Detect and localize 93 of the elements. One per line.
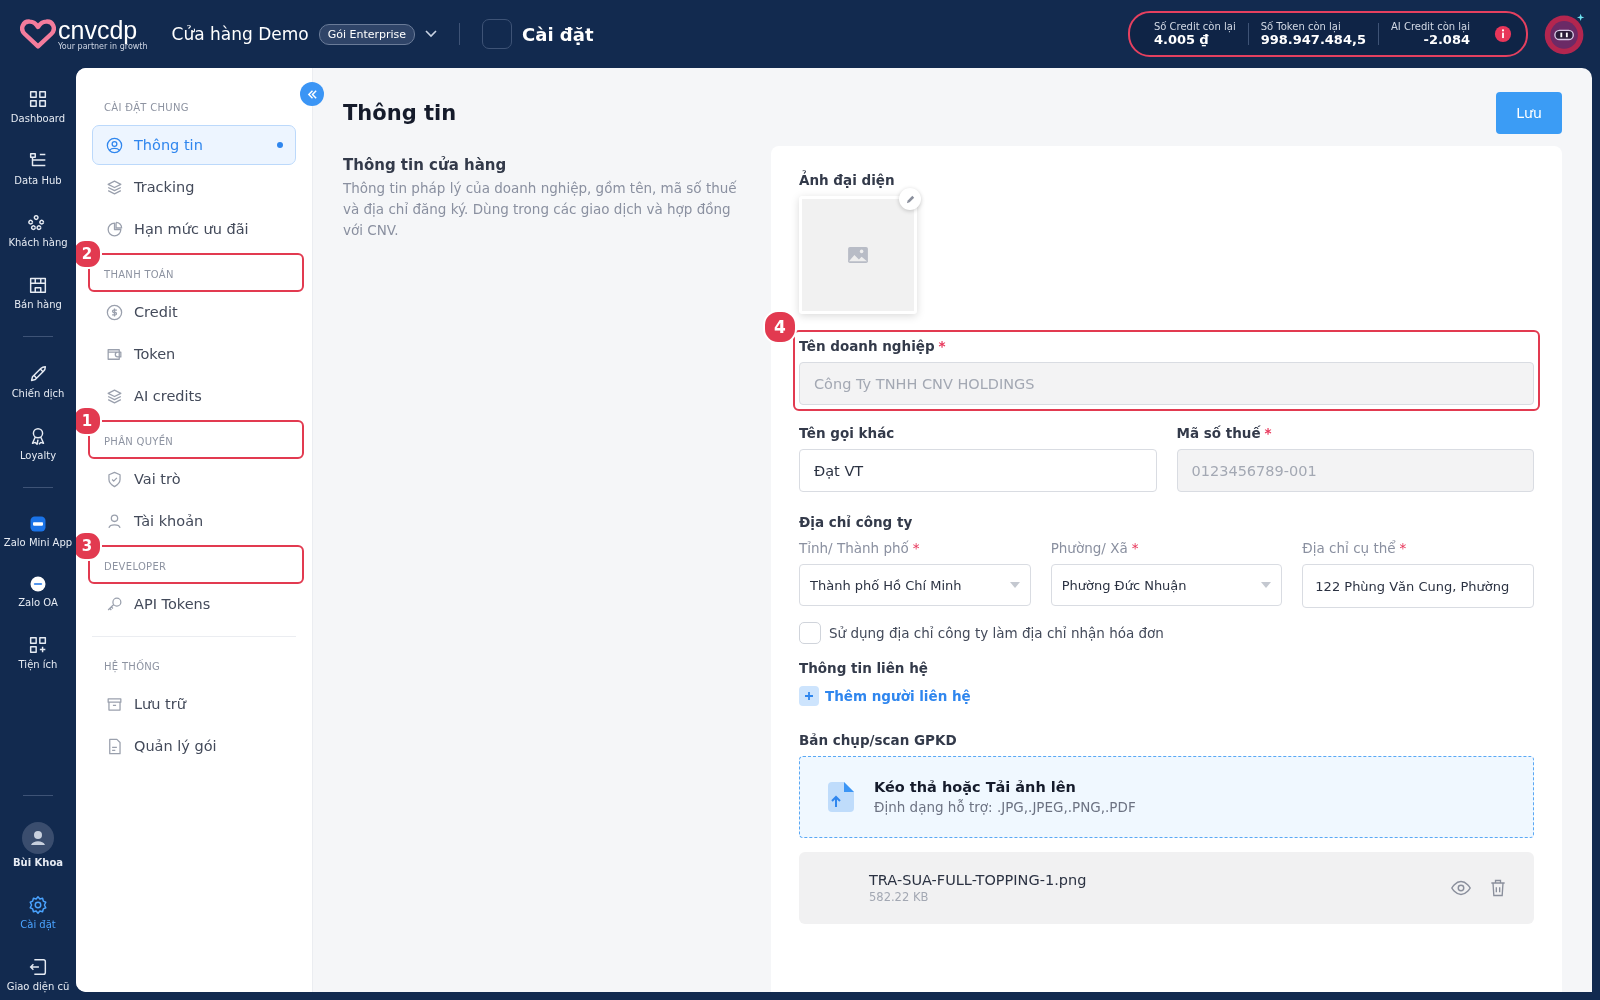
- section-heading: DEVELOPER: [104, 561, 167, 572]
- dollar-icon: [105, 302, 124, 322]
- collapse-button[interactable]: [300, 82, 324, 106]
- heart-logo-icon: [20, 19, 56, 49]
- page-icon-box: [482, 19, 513, 49]
- rail-item[interactable]: Loyalty: [1, 425, 75, 461]
- active-dot: [277, 142, 283, 148]
- caret-down-icon: [1261, 582, 1272, 588]
- back-window-icon: [27, 956, 49, 978]
- section-heading: THANH TOÁN: [104, 269, 174, 280]
- rail-item[interactable]: Data Hub: [1, 150, 75, 186]
- avatar-icon: [22, 822, 54, 854]
- upload-dropzone[interactable]: Kéo thả hoặc Tải ảnh lên Định dạng hỗ trợ: .JPG,.JPEG,.PNG,.PDF: [799, 756, 1534, 838]
- number-marker: 2: [76, 239, 102, 269]
- checkbox[interactable]: [799, 622, 821, 644]
- balance-value: -2.084: [1423, 32, 1470, 47]
- field-label: Ảnh đại diện: [799, 172, 896, 188]
- required-mark: *: [938, 338, 946, 354]
- settings-nav-item[interactable]: Credit: [92, 292, 296, 332]
- apps-icon: [27, 634, 49, 656]
- upload-formats: Định dạng hỗ trợ: .JPG,.JPEG,.PNG,.PDF: [874, 799, 1136, 815]
- shield-icon: [105, 469, 124, 489]
- balance-label: Số Token còn lại: [1260, 21, 1342, 32]
- number-marker: 3: [76, 531, 102, 561]
- dashboard-icon: [27, 88, 49, 110]
- field-label: Mã số thuế *: [1176, 425, 1273, 441]
- info-icon[interactable]: [1494, 25, 1512, 43]
- field-label: Tên gọi khác: [799, 425, 896, 441]
- group-heading: Thông tin liên hệ: [799, 660, 929, 676]
- user-profile[interactable]: Bùi Khoa: [1, 822, 75, 868]
- text-field[interactable]: Đạt VT: [799, 449, 1157, 492]
- settings-nav-item[interactable]: Quản lý gói: [92, 726, 296, 766]
- pencil-icon: [904, 193, 916, 205]
- upload-prompt: Kéo thả hoặc Tải ảnh lên: [874, 779, 1077, 795]
- section-heading: PHÂN QUYỀN: [104, 436, 174, 447]
- section-heading: CÀI ĐẶT CHUNG: [104, 102, 189, 113]
- chevron-down-icon[interactable]: [425, 30, 438, 38]
- rail-item[interactable]: Giao diện cũ: [1, 956, 75, 992]
- plus-icon: [799, 686, 819, 706]
- group-heading: Địa chỉ công ty: [799, 514, 914, 530]
- plan-badge: Gói Enterprise: [318, 23, 416, 45]
- trash-icon[interactable]: [1488, 878, 1508, 898]
- page-name: Cài đặt: [522, 23, 594, 45]
- required-mark: *: [912, 540, 920, 556]
- double-chevron-left-icon: [306, 88, 318, 100]
- circle-logo-icon: [28, 574, 48, 594]
- settings-nav-item[interactable]: Vai trò: [92, 459, 296, 499]
- dropdown[interactable]: Thành phố Hồ Chí Minh: [799, 564, 1031, 606]
- add-contact-link[interactable]: Thêm người liên hệ: [825, 688, 971, 704]
- required-mark: *: [1399, 540, 1407, 556]
- balance-label: AI Credit còn lại: [1390, 21, 1470, 32]
- field-label: Phường/ Xã *: [1050, 540, 1140, 556]
- rail-item[interactable]: Bán hàng: [1, 274, 75, 310]
- rail-item[interactable]: Dashboard: [1, 88, 75, 124]
- pie-icon: [105, 219, 124, 239]
- rail-item[interactable]: Tiện ích: [1, 634, 75, 670]
- brand-name: cnvcdp: [58, 17, 138, 42]
- required-mark: *: [1131, 540, 1139, 556]
- rail-item[interactable]: Zalo Mini App: [1, 514, 75, 548]
- section-description: Thông tin pháp lý của doanh nghiệp, gồm tên, mã số thuế và địa chỉ đăng ký. Dùng trong các giao dịch và hợp đồng với CNV.: [343, 179, 738, 240]
- brand-tagline: Your partner in growth: [58, 41, 148, 51]
- group-heading: Bản chụp/scan GPKD: [799, 732, 958, 748]
- rail-item[interactable]: Zalo OA: [1, 574, 75, 608]
- balance-label: Số Credit còn lại: [1153, 21, 1236, 32]
- settings-nav-item[interactable]: Tracking: [92, 167, 296, 207]
- field-label: Tỉnh/ Thành phố *: [799, 540, 921, 556]
- text-field[interactable]: 122 Phùng Văn Cung, Phường: [1302, 564, 1534, 608]
- store-name[interactable]: Cửa hàng Demo: [171, 24, 309, 44]
- number-marker: 1: [76, 406, 102, 436]
- rail-item[interactable]: Chiến dịch: [1, 363, 75, 399]
- field-label: Tên doanh nghiệp *: [799, 338, 947, 354]
- app-tile-icon: [28, 514, 48, 534]
- balance-value: 998.947.484,5: [1260, 32, 1366, 47]
- page-title: Thông tin: [343, 101, 457, 125]
- image-placeholder-icon: [847, 246, 869, 264]
- edit-button[interactable]: [899, 188, 921, 210]
- caret-down-icon: [1009, 582, 1020, 588]
- checkbox-label: Sử dụng địa chỉ công ty làm địa chỉ nhận hóa đơn: [829, 625, 1164, 641]
- field-label: Địa chỉ cụ thể *: [1302, 540, 1408, 556]
- balance-value: 4.005 ₫: [1153, 32, 1210, 47]
- rail-item[interactable]: Cài đặt: [1, 894, 75, 930]
- file-name: TRA-SUA-FULL-TOPPING-1.png: [869, 872, 1088, 888]
- file-size: 582.22 KB: [869, 890, 930, 904]
- dropdown[interactable]: Phường Đức Nhuận: [1050, 564, 1283, 606]
- settings-nav-item[interactable]: Token: [92, 334, 296, 374]
- required-mark: *: [1264, 425, 1272, 441]
- rail-item[interactable]: Khách hàng: [1, 212, 75, 248]
- settings-nav-item[interactable]: Lưu trữ: [92, 684, 296, 724]
- number-marker: 4: [763, 310, 797, 344]
- section-title: Thông tin cửa hàng: [343, 156, 508, 174]
- section-heading: HỆ THỐNG: [104, 661, 161, 672]
- settings-nav-item[interactable]: API Tokens: [92, 584, 296, 624]
- settings-icon: [27, 894, 49, 916]
